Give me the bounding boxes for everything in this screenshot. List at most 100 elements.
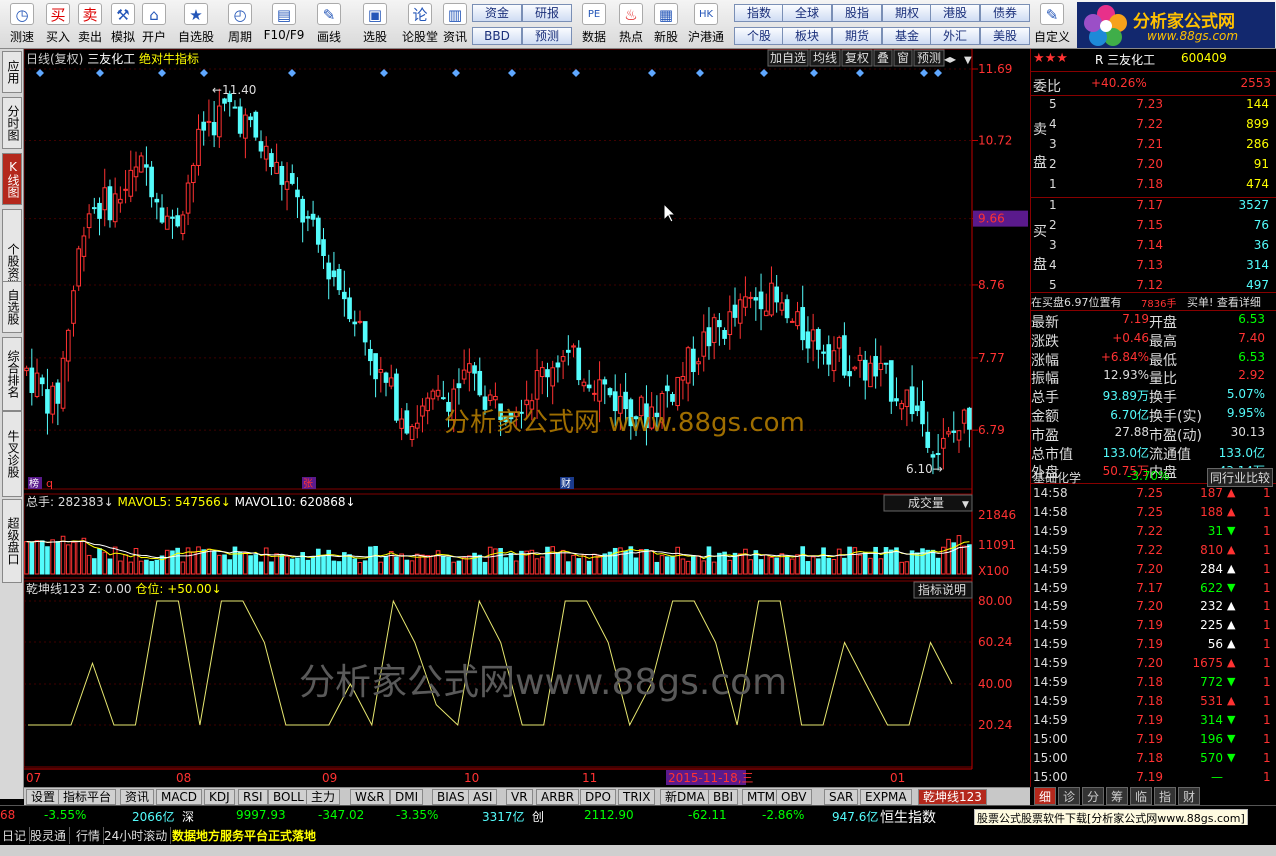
tick-time: 14:59: [1033, 580, 1068, 595]
indicator-tab-主力[interactable]: 主力: [306, 789, 341, 805]
quote-tab-财[interactable]: 财: [1178, 787, 1200, 805]
status-item-行情[interactable]: 行情: [76, 827, 105, 844]
sidebar-tab-综合排名[interactable]: 综合排名: [2, 337, 22, 411]
panel-button-股指[interactable]: 股指: [832, 4, 882, 22]
panel-button-BBD[interactable]: BBD: [472, 27, 522, 45]
indicator-tab-乾坤线123[interactable]: 乾坤线123: [918, 789, 987, 805]
sidebar-tab-超级盘口[interactable]: 超级盘口: [2, 499, 22, 583]
candle-body: [592, 392, 597, 395]
volume-bar: [404, 559, 410, 575]
indicator-tab-MACD[interactable]: MACD: [156, 789, 202, 805]
buy-label: 买: [1033, 224, 1047, 240]
toolbar-button-开户[interactable]: ⌂ 开户: [132, 3, 176, 47]
toolbar-button-新股[interactable]: ▦ 新股: [644, 3, 688, 47]
panel-button-全球[interactable]: 全球: [782, 4, 832, 22]
indicator-tab-SAR[interactable]: SAR: [824, 789, 859, 805]
indicator-tab-BOLL[interactable]: BOLL: [268, 789, 309, 805]
panel-button-个股[interactable]: 个股: [734, 27, 784, 45]
panel-button-板块[interactable]: 板块: [782, 27, 832, 45]
volume-bar: [144, 559, 149, 575]
stat-value: 27.88: [1114, 424, 1149, 439]
chart-cycle[interactable]: 日线(复权): [26, 52, 87, 66]
panel-button-期货[interactable]: 期货: [832, 27, 882, 45]
indicator-tab-TRIX[interactable]: TRIX: [618, 789, 656, 805]
indicator-tab-DMI[interactable]: DMI: [390, 789, 424, 805]
kline-chart-area[interactable]: 11.69 10.72 9.66 8.76 7.77 6.79 日线(复权) 三友化工 绝对…: [24, 49, 1030, 787]
signal-diamond-icon: [380, 69, 388, 77]
tick-time: 14:59: [1033, 675, 1068, 689]
quote-tab-筹[interactable]: 筹: [1106, 787, 1128, 805]
indicator-tab-BIAS[interactable]: BIAS: [432, 789, 470, 805]
toolbar-button-沪港通[interactable]: HK 沪港通: [684, 3, 728, 47]
indicator-tab-新DMA[interactable]: 新DMA: [660, 789, 710, 805]
candle-body: [868, 362, 873, 388]
candle-body: [60, 357, 66, 409]
volume-bar: [805, 561, 811, 575]
tick-price: 7.19: [1136, 618, 1163, 633]
toolbar-button-周期[interactable]: ◴ 周期: [218, 3, 262, 47]
volume-bar: [440, 555, 446, 575]
candle-body: [607, 388, 613, 396]
sidebar-tab-分时图[interactable]: 分时图: [2, 97, 22, 149]
panel-button-港股[interactable]: 港股: [930, 4, 980, 22]
sidebar-tab-自选股[interactable]: 自选股: [2, 281, 22, 333]
quote-tab-分[interactable]: 分: [1082, 787, 1104, 805]
status-item-日记[interactable]: 日记: [2, 827, 31, 844]
status-item-24小时滚动[interactable]: 24小时滚动: [104, 827, 172, 844]
sidebar-tab-牛叉诊股[interactable]: 牛叉诊股: [2, 411, 22, 497]
toolbar-button-资讯[interactable]: ▥ 资讯: [433, 3, 477, 47]
status-item-股灵通[interactable]: 股灵通: [30, 827, 71, 844]
volume-bar: [633, 557, 639, 575]
sector-change: -3.70%: [1127, 469, 1170, 483]
panel-button-美股[interactable]: 美股: [980, 27, 1030, 45]
candle-body: [576, 347, 582, 381]
candle-body: [951, 430, 957, 433]
panel-button-期权[interactable]: 期权: [882, 4, 932, 22]
toolbar-button-自定义[interactable]: ✎ 自定义: [1030, 3, 1074, 47]
toolbar-button-自选股[interactable]: ★ 自选股: [174, 3, 218, 47]
quote-tab-指[interactable]: 指: [1154, 787, 1176, 805]
indicator-tab-设置[interactable]: 设置: [26, 789, 61, 805]
industry-compare-button[interactable]: 同行业比较: [1207, 468, 1274, 487]
indicator-tab-KDJ[interactable]: KDJ: [204, 789, 235, 805]
indicator-tab-DPO[interactable]: DPO: [580, 789, 616, 805]
marker-q[interactable]: q: [46, 477, 53, 490]
sidebar-tab-应用[interactable]: 应用: [2, 51, 22, 93]
toolbar-button-F10/F9[interactable]: ▤ F10/F9: [262, 3, 306, 47]
stat-value: +0.46: [1112, 330, 1149, 345]
indicator-tab-ASI[interactable]: ASI: [468, 789, 498, 805]
sidebar-tab-K线图[interactable]: K线图: [2, 153, 22, 205]
panel-button-研报[interactable]: 研报: [522, 4, 572, 22]
quote-tab-临[interactable]: 临: [1130, 787, 1152, 805]
indicator-tab-BBI[interactable]: BBI: [708, 789, 739, 805]
indicator-tab-VR[interactable]: VR: [506, 789, 533, 805]
chart-dropdown-icon[interactable]: ▼: [964, 55, 972, 66]
chart-nav-icon[interactable]: ◂▸: [944, 52, 956, 66]
indicator-tab-指标平台[interactable]: 指标平台: [58, 789, 117, 805]
panel-button-债券[interactable]: 债券: [980, 4, 1030, 22]
quote-tab-细[interactable]: 细: [1034, 787, 1056, 805]
indicator-tab-MTM[interactable]: MTM: [742, 789, 781, 805]
indicator-tab-EXPMA[interactable]: EXPMA: [860, 789, 912, 805]
quote-tab-诊[interactable]: 诊: [1058, 787, 1080, 805]
indicator-tab-W&R[interactable]: W&R: [350, 789, 390, 805]
big-order-detail-link[interactable]: 买单! 查看详细: [1187, 294, 1261, 310]
panel-button-外汇[interactable]: 外汇: [930, 27, 980, 45]
news-headline[interactable]: 数据地方服务平台正式落地: [172, 827, 316, 844]
toolbar-button-选股[interactable]: ▣ 选股: [353, 3, 397, 47]
volume-bar: [71, 541, 76, 575]
toolbar-button-画线[interactable]: ✎ 画线: [307, 3, 351, 47]
panel-button-预测[interactable]: 预测: [522, 27, 572, 45]
candle-body: [456, 383, 462, 389]
tick-count: 1: [1263, 504, 1271, 519]
volume-bar: [45, 546, 50, 575]
indicator-tab-资讯[interactable]: 资讯: [120, 789, 155, 805]
indicator-tab-OBV[interactable]: OBV: [776, 789, 812, 805]
panel-button-基金[interactable]: 基金: [882, 27, 932, 45]
panel-button-指数[interactable]: 指数: [734, 4, 784, 22]
chart-indicator-name[interactable]: 绝对牛指标: [139, 51, 199, 66]
panel-button-资金[interactable]: 资金: [472, 4, 522, 22]
indicator-tab-RSI[interactable]: RSI: [238, 789, 268, 805]
indicator-tab-ARBR[interactable]: ARBR: [536, 789, 580, 805]
stat-label: 换手(实): [1149, 409, 1202, 425]
